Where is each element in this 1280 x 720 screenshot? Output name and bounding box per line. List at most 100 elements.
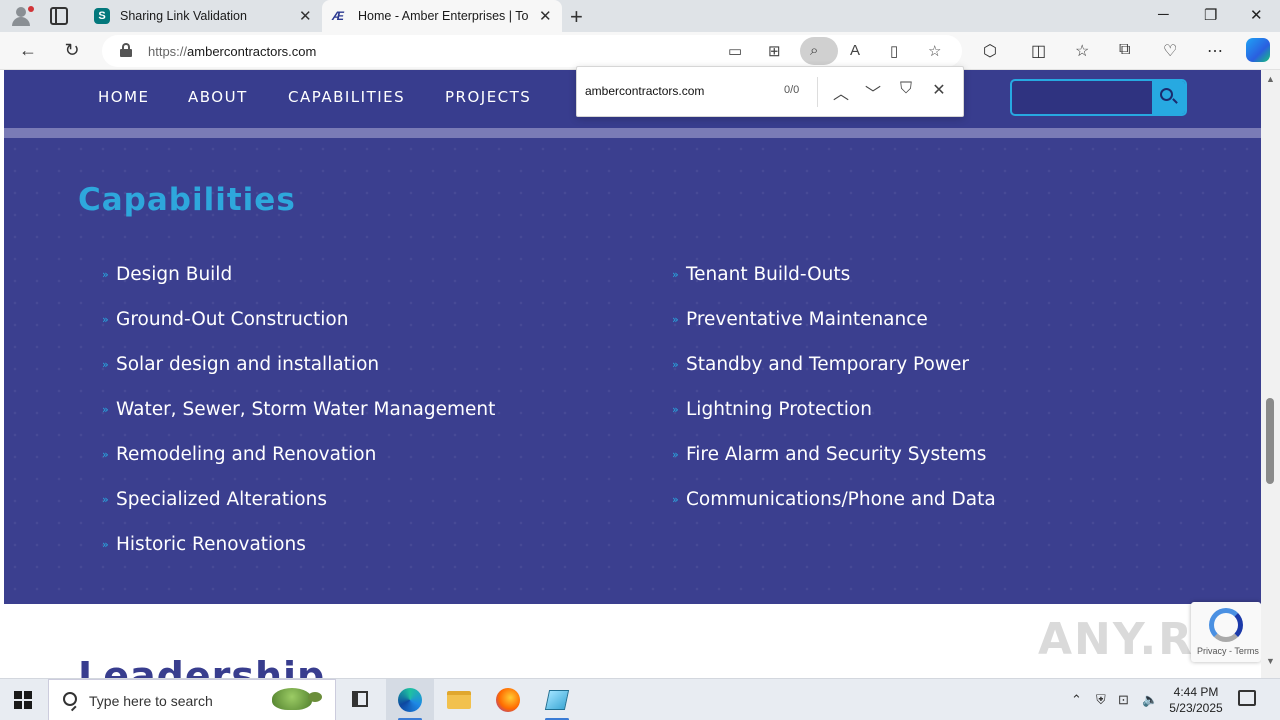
tab-actions-icon[interactable] (50, 7, 68, 25)
windows-start-icon[interactable] (14, 691, 32, 709)
new-tab-button[interactable]: + (570, 4, 583, 30)
apps-icon[interactable]: ⊞ (768, 42, 781, 60)
page-scrollbar[interactable]: ▲ ▼ (1261, 70, 1280, 678)
turtle-search-highlight-icon (262, 684, 324, 716)
immersive-reader-icon[interactable]: ▯ (890, 42, 898, 60)
capability-item: » Solar design and installation (102, 354, 380, 375)
edge-icon (398, 688, 422, 712)
filter-icon[interactable]: ⛉ (895, 80, 917, 98)
recaptcha-badge[interactable]: Privacy - Terms (1191, 602, 1261, 662)
capabilities-section: Capabilities » Design Build » Ground-Out C… (4, 138, 1261, 604)
taskbar-edge[interactable] (386, 679, 434, 720)
tab-title: Home - Amber Enterprises | Top- (358, 9, 528, 23)
tab-sharing-link-validation[interactable]: S Sharing Link Validation ✕ (84, 0, 322, 32)
browser-essentials-icon[interactable]: ♡ (1163, 41, 1177, 61)
capability-item: » Design Build (102, 264, 233, 285)
taskbar-notepad[interactable] (533, 679, 581, 720)
capability-item: » Historic Renovations (102, 534, 306, 555)
tab-title: Sharing Link Validation (120, 9, 247, 23)
profile-avatar-icon[interactable] (8, 4, 34, 28)
menu-capabilities[interactable]: CAPABILITIES (288, 88, 405, 106)
capability-item: » Tenant Build-Outs (672, 264, 851, 285)
find-input[interactable] (585, 81, 775, 101)
taskbar-search-placeholder: Type here to search (89, 693, 213, 709)
copilot-icon[interactable] (1246, 38, 1270, 62)
more-menu-icon[interactable]: ⋯ (1207, 41, 1223, 61)
security-icon[interactable]: ⛨ (1096, 692, 1106, 708)
close-window-icon[interactable]: ✕ (1250, 6, 1263, 24)
tab-amber-home[interactable]: Æ Home - Amber Enterprises | Top- ✕ (322, 0, 562, 32)
firefox-icon (496, 688, 520, 712)
chevron-right-icon: » (102, 313, 109, 326)
device-icon[interactable]: ▭ (728, 42, 742, 60)
volume-icon[interactable]: 🔈 (1142, 692, 1158, 708)
url-text[interactable]: https://ambercontractors.com (148, 44, 316, 59)
hero-image-strip (4, 128, 1261, 138)
minimize-icon[interactable]: ─ (1158, 6, 1169, 23)
recaptcha-links[interactable]: Privacy - Terms (1197, 646, 1259, 656)
clock-time: 4:44 PM (1173, 685, 1219, 699)
network-icon[interactable]: ⊡ (1118, 692, 1129, 708)
chevron-down-icon[interactable]: ﹀ (862, 80, 884, 104)
chevron-right-icon: » (672, 448, 679, 461)
web-page: HOME ABOUT CAPABILITIES PROJECTS Capabil… (4, 70, 1261, 678)
search-icon (63, 692, 77, 706)
chevron-right-icon: » (672, 403, 679, 416)
chevron-right-icon: » (672, 358, 679, 371)
site-search-input[interactable] (1016, 84, 1146, 111)
find-on-page-icon[interactable]: ⌕ (810, 42, 818, 59)
clock-date: 5/23/2025 (1169, 701, 1223, 715)
capability-item: » Preventative Maintenance (672, 309, 928, 330)
menu-projects[interactable]: PROJECTS (445, 88, 531, 106)
sharepoint-s-icon: S (94, 8, 110, 24)
chevron-right-icon: » (672, 493, 679, 506)
read-aloud-icon[interactable]: A (850, 42, 860, 59)
capability-item: » Communications/Phone and Data (672, 489, 996, 510)
favorites-icon[interactable]: ☆ (1075, 41, 1089, 61)
notepad-icon (544, 690, 570, 710)
favorite-star-icon[interactable]: ☆ (928, 42, 941, 60)
folder-icon (447, 691, 471, 709)
collections-icon[interactable]: ⧉ (1119, 41, 1130, 59)
chevron-right-icon: » (672, 268, 679, 281)
refresh-icon[interactable]: ↻ (61, 40, 83, 61)
chevron-up-icon[interactable]: ⌃ (1071, 692, 1082, 708)
task-view-icon (352, 691, 368, 707)
site-search (1010, 79, 1187, 116)
split-screen-icon[interactable]: ◫ (1031, 41, 1046, 61)
recaptcha-icon (1209, 608, 1243, 642)
browser-tab-strip: S Sharing Link Validation ✕ Æ Home - Amb… (0, 0, 1280, 32)
taskbar-file-explorer[interactable] (435, 679, 483, 720)
chevron-right-icon: » (102, 268, 109, 281)
chevron-up-icon[interactable]: ︿ (830, 80, 852, 104)
close-icon[interactable]: ✕ (928, 80, 950, 100)
chevron-right-icon: » (672, 313, 679, 326)
site-search-button[interactable] (1152, 81, 1185, 114)
back-arrow-icon[interactable]: ← (17, 40, 39, 61)
find-bar: 0/0 ︿ ﹀ ⛉ ✕ (576, 66, 964, 117)
scroll-down-icon[interactable]: ▼ (1266, 656, 1275, 666)
lock-icon[interactable] (120, 43, 132, 57)
taskbar-firefox[interactable] (484, 679, 532, 720)
close-tab-icon[interactable]: ✕ (539, 7, 552, 25)
chevron-right-icon: » (102, 493, 109, 506)
menu-home[interactable]: HOME (98, 88, 150, 106)
browser-toolbar: ← ↻ https://ambercontractors.com ▭ ⊞ ⌕ A… (0, 32, 1280, 70)
find-on-page-button[interactable] (800, 37, 838, 65)
scroll-thumb[interactable] (1266, 398, 1274, 484)
amber-logo-icon: Æ (332, 9, 344, 23)
scroll-up-icon[interactable]: ▲ (1266, 74, 1275, 84)
capability-item: » Specialized Alterations (102, 489, 327, 510)
chevron-right-icon: » (102, 538, 109, 551)
capability-item: » Remodeling and Renovation (102, 444, 377, 465)
restore-icon[interactable]: ❐ (1204, 6, 1217, 24)
extensions-icon[interactable]: ⬡ (983, 41, 997, 61)
capability-item: » Lightning Protection (672, 399, 872, 420)
task-view-button[interactable] (336, 679, 384, 720)
notification-icon[interactable] (1238, 690, 1256, 706)
system-clock[interactable]: 4:44 PM 5/23/2025 (1160, 684, 1232, 716)
address-bar[interactable]: https://ambercontractors.com ▭ ⊞ ⌕ A ▯ ☆ (102, 35, 962, 67)
menu-about[interactable]: ABOUT (188, 88, 248, 106)
capability-item: » Water, Sewer, Storm Water Management (102, 399, 496, 420)
close-tab-icon[interactable]: ✕ (299, 7, 312, 25)
